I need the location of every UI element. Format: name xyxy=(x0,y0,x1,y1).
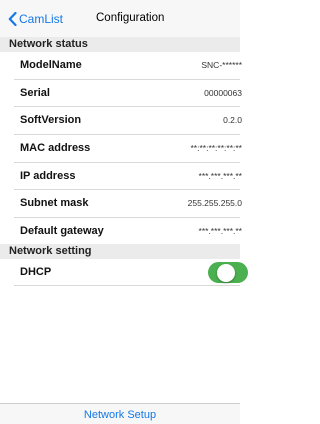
row-value: **:**:**:**:**:** xyxy=(190,143,242,154)
row-value: 00000063 xyxy=(204,87,242,98)
row-label: SoftVersion xyxy=(20,114,82,127)
row-model-name: ModelName SNC-****** xyxy=(0,52,242,80)
network-setup-button[interactable]: Network Setup xyxy=(84,409,156,421)
back-button-label: CamList xyxy=(19,11,64,26)
row-value: 255.255.255.0 xyxy=(187,198,242,209)
chevron-left-icon xyxy=(8,11,17,26)
row-mac-address: MAC address **:**:**:**:**:** xyxy=(0,135,242,163)
row-value: SNC-****** xyxy=(201,60,242,70)
row-label: Serial xyxy=(20,86,50,99)
section-header-network-status: Network status xyxy=(0,37,240,52)
dhcp-toggle[interactable] xyxy=(208,262,248,283)
network-status-list: ModelName SNC-****** Serial 00000063 Sof… xyxy=(0,52,242,246)
row-serial: Serial 00000063 xyxy=(0,80,242,108)
row-label: ModelName xyxy=(20,59,82,71)
row-value: ***.***.***.** xyxy=(198,226,242,237)
row-value: ***.***.***.** xyxy=(198,170,242,181)
row-label: Subnet mask xyxy=(20,197,89,210)
row-label: Default gateway xyxy=(20,225,104,238)
navigation-bar: CamList Configuration xyxy=(0,0,240,37)
bottom-toolbar: Network Setup xyxy=(0,403,240,424)
dhcp-label: DHCP xyxy=(20,266,52,278)
row-soft-version: SoftVersion 0.2.0 xyxy=(0,107,242,135)
row-default-gateway: Default gateway ***.***.***.** xyxy=(0,218,242,246)
row-label: MAC address xyxy=(20,142,91,155)
toggle-knob xyxy=(217,263,235,282)
row-dhcp: DHCP xyxy=(0,259,248,286)
row-label: IP address xyxy=(20,169,76,182)
row-value: 0.2.0 xyxy=(223,115,242,126)
row-ip-address: IP address ***.***.***.** xyxy=(0,163,242,191)
section-header-network-setting: Network setting xyxy=(0,244,240,259)
back-button[interactable]: CamList xyxy=(8,11,64,26)
page-title: Configuration xyxy=(96,12,165,24)
network-setting-list: DHCP xyxy=(0,259,248,286)
row-subnet-mask: Subnet mask 255.255.255.0 xyxy=(0,190,242,218)
